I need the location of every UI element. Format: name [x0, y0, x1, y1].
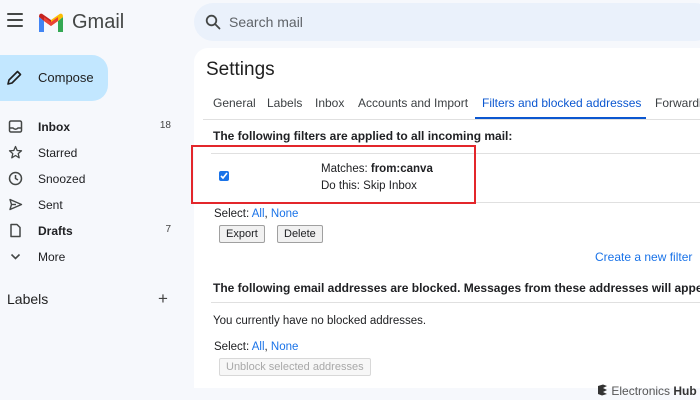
- divider: [211, 302, 700, 303]
- create-filter-link[interactable]: Create a new filter: [595, 250, 692, 264]
- tab-accounts-and-import[interactable]: Accounts and Import: [358, 96, 468, 110]
- select-none-link[interactable]: None: [271, 341, 299, 353]
- tabs-divider: [203, 119, 700, 120]
- select-label: Select:: [214, 208, 252, 220]
- send-icon: [9, 198, 23, 211]
- select-none-link[interactable]: None: [271, 208, 299, 220]
- tab-inbox[interactable]: Inbox: [315, 96, 344, 110]
- select-label: Select:: [214, 341, 252, 353]
- page-title: Settings: [206, 59, 275, 80]
- sidebar-item-snoozed[interactable]: Snoozed: [0, 166, 185, 192]
- compose-label: Compose: [38, 70, 94, 85]
- select-all-link[interactable]: All: [252, 341, 265, 353]
- search-icon[interactable]: [205, 14, 221, 30]
- tab-forwarding[interactable]: Forwarding: [655, 96, 700, 110]
- tab-labels[interactable]: Labels: [267, 96, 302, 110]
- watermark: Electronics Hub: [597, 384, 697, 398]
- blocked-select-controls: Select: All, None: [214, 341, 298, 353]
- app-title: Gmail: [72, 11, 125, 33]
- gmail-logo-icon: [39, 13, 63, 32]
- draft-icon: [10, 223, 21, 238]
- sidebar-item-label: Drafts: [38, 224, 73, 238]
- clock-icon: [8, 171, 23, 186]
- watermark-logo-icon: [598, 384, 607, 396]
- tab-general[interactable]: General: [213, 96, 256, 110]
- sidebar-item-starred[interactable]: Starred: [0, 140, 185, 166]
- search-input[interactable]: Search mail: [229, 14, 303, 30]
- sidebar-item-label: Sent: [38, 198, 63, 212]
- chevron-down-icon: [10, 253, 21, 260]
- select-all-link[interactable]: All: [252, 208, 265, 220]
- star-icon: [8, 145, 23, 159]
- blocked-heading: The following email addresses are blocke…: [213, 281, 700, 295]
- sidebar-item-label: More: [38, 250, 66, 264]
- sidebar-item-label: Inbox: [38, 120, 70, 134]
- watermark-brand-second: Hub: [673, 384, 697, 398]
- main-menu-icon[interactable]: [7, 13, 23, 27]
- export-button[interactable]: Export: [219, 225, 265, 243]
- sidebar-item-drafts[interactable]: Drafts 7: [0, 218, 185, 244]
- sidebar-item-more[interactable]: More: [0, 244, 185, 270]
- pencil-icon: [7, 70, 22, 85]
- sidebar-item-label: Snoozed: [38, 172, 86, 186]
- sidebar-item-sent[interactable]: Sent: [0, 192, 185, 218]
- delete-button[interactable]: Delete: [277, 225, 323, 243]
- draft-count: 7: [165, 224, 171, 235]
- unread-count: 18: [159, 120, 171, 131]
- watermark-brand-first: Electronics: [611, 384, 671, 398]
- filter-select-controls: Select: All, None: [214, 208, 298, 220]
- filters-heading: The following filters are applied to all…: [213, 129, 513, 143]
- tab-filters-and-blocked-addresses[interactable]: Filters and blocked addresses: [482, 96, 641, 110]
- unblock-button[interactable]: Unblock selected addresses: [219, 358, 371, 376]
- blocked-empty-message: You currently have no blocked addresses.: [213, 315, 427, 327]
- labels-heading: Labels: [7, 291, 49, 307]
- inbox-icon: [8, 120, 23, 133]
- sidebar-item-inbox[interactable]: Inbox 18: [0, 114, 185, 140]
- highlight-box: [191, 145, 476, 204]
- active-tab-indicator: [475, 117, 646, 119]
- add-label-button[interactable]: +: [158, 289, 168, 309]
- sidebar-item-label: Starred: [38, 146, 78, 160]
